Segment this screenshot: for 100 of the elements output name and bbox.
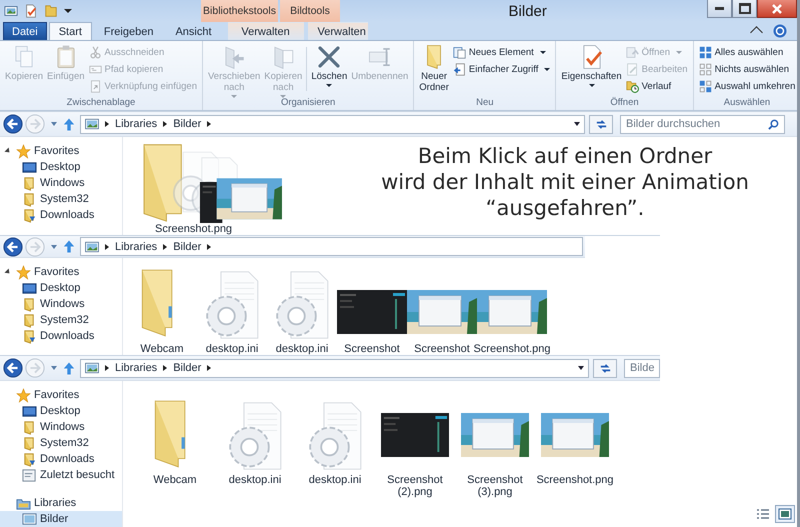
caption-text: Beim Klick auf einen Ordner wird der Inhalt mit einer Animation “ausgefahren”. (380, 143, 750, 222)
ribbon-tab[interactable]: Start (48, 22, 92, 40)
recent-pages-icon[interactable] (51, 366, 57, 370)
chevron-icon[interactable] (163, 244, 168, 250)
chevron-icon[interactable] (105, 121, 109, 127)
ribbon-tab[interactable]: Verwalten (228, 22, 304, 40)
desktop-icon (22, 404, 37, 418)
back-button[interactable] (3, 236, 23, 256)
file-name: Screenshot.png (536, 474, 614, 486)
tree-row[interactable]: Bilder (0, 511, 122, 527)
tree-item[interactable]: Favorites (34, 145, 80, 157)
file-name: desktop.ini (308, 474, 362, 486)
breadcrumb[interactable]: Libraries (115, 240, 158, 252)
up-arrow-icon[interactable] (63, 116, 75, 132)
expand-arrow-icon[interactable] (4, 268, 12, 276)
chevron-icon[interactable] (163, 365, 168, 371)
address-bar[interactable]: Libraries Bilder (80, 114, 585, 134)
refresh-icon (594, 118, 608, 130)
file-name: Screenshot.png (154, 223, 234, 235)
close-button[interactable] (757, 0, 797, 18)
history-icon (626, 80, 639, 92)
group-label: Neu (475, 97, 495, 110)
ribbon-tab[interactable]: Freigeben (94, 22, 164, 40)
address-bar[interactable]: Libraries Bilder (80, 237, 583, 256)
address-bar[interactable]: Libraries Bilder (80, 358, 589, 378)
breadcrumb[interactable]: Bilder (173, 362, 202, 374)
properties-icon[interactable] (24, 4, 38, 18)
shortcut-icon (88, 80, 102, 92)
recent-pages-icon[interactable] (51, 122, 57, 126)
up-arrow-icon[interactable] (63, 239, 75, 254)
file-name: desktop.ini (274, 343, 330, 355)
chevron-icon[interactable] (105, 244, 109, 250)
tree-item[interactable]: Downloads (40, 453, 94, 465)
star-icon (16, 264, 31, 280)
tree-item[interactable]: Favorites (34, 266, 80, 278)
search-field[interactable]: Bilder durchsuchen (620, 114, 785, 134)
select-none-icon (698, 62, 712, 76)
refresh-button[interactable] (593, 358, 617, 378)
tree-item[interactable]: Windows (40, 421, 85, 433)
ribbon-button[interactable]: Auswahl umkehren (696, 78, 797, 94)
breadcrumb[interactable]: Bilder (173, 118, 202, 130)
ribbon-button[interactable]: Neues Element (450, 44, 552, 60)
up-arrow-icon[interactable] (63, 360, 75, 376)
recent-icon (22, 468, 37, 482)
tree-item[interactable]: System32 (40, 314, 89, 326)
invert-icon (698, 80, 712, 92)
chevron-icon[interactable] (163, 121, 168, 127)
ribbon-button[interactable]: Alles auswählen (696, 44, 797, 60)
help-icon[interactable] (773, 24, 787, 38)
chevron-icon[interactable] (207, 365, 212, 371)
desktop-icon (22, 280, 37, 296)
file-name: Webcam (139, 343, 185, 355)
tree-item[interactable]: System32 (40, 193, 89, 205)
tree-item[interactable]: Windows (40, 177, 85, 189)
tree-item[interactable]: Libraries (34, 497, 76, 509)
tree-item[interactable]: Desktop (40, 282, 80, 294)
ribbon-button[interactable]: Neuer Ordner (417, 43, 451, 93)
recent-pages-icon[interactable] (51, 244, 57, 248)
group-label: Organisieren (280, 97, 336, 110)
refresh-button[interactable] (589, 114, 613, 134)
chevron-icon[interactable] (105, 365, 109, 371)
star-icon (16, 144, 31, 158)
tree-item[interactable]: System32 (40, 437, 89, 449)
tree-item[interactable]: Downloads (40, 330, 94, 342)
tree-item[interactable]: Zuletzt besucht (40, 469, 115, 481)
pictures-library-icon (85, 240, 99, 252)
thumbnail-view-button[interactable] (775, 505, 795, 523)
breadcrumb[interactable]: Libraries (115, 362, 158, 374)
dropdown-icon[interactable] (574, 122, 580, 126)
ribbon-tab[interactable]: Verwalten (308, 22, 368, 40)
scissors-icon (88, 46, 102, 58)
file-name: Screenshot (3).png (466, 474, 524, 498)
tree-item[interactable]: Favorites (34, 389, 80, 401)
thumbnail-icon (778, 508, 792, 520)
tree-item[interactable]: Windows (40, 298, 85, 310)
expand-arrow-icon[interactable] (4, 147, 12, 155)
caret-icon[interactable] (64, 9, 72, 13)
back-button[interactable] (3, 358, 23, 378)
back-button[interactable] (3, 114, 23, 134)
ribbon-button[interactable]: Verlauf (624, 78, 690, 94)
chevron-icon[interactable] (207, 244, 212, 250)
ribbon-button[interactable]: Einfacher Zugriff (450, 61, 552, 77)
window-icon[interactable] (4, 4, 18, 18)
refresh-icon (598, 362, 612, 374)
tree-item[interactable]: Desktop (40, 405, 80, 417)
list-icon (756, 508, 770, 520)
dropdown-icon[interactable] (578, 366, 584, 370)
tree-item[interactable]: Desktop (40, 161, 80, 173)
minimize-button[interactable] (707, 0, 732, 18)
breadcrumb[interactable]: Libraries (115, 118, 158, 130)
ribbon-tab[interactable]: Ansicht (165, 22, 222, 40)
chevron-icon[interactable] (207, 121, 212, 127)
ribbon-button[interactable]: Eigenschaften (559, 43, 624, 87)
tree-item[interactable]: Downloads (40, 209, 94, 221)
ribbon-button[interactable]: Löschen (309, 43, 350, 87)
ribbon-button[interactable]: Nichts auswählen (696, 61, 797, 77)
breadcrumb[interactable]: Bilder (173, 240, 202, 252)
search-field[interactable]: Bilde (624, 358, 660, 378)
maximize-button[interactable] (732, 0, 757, 18)
ribbon-tab[interactable]: Datei (3, 22, 47, 40)
